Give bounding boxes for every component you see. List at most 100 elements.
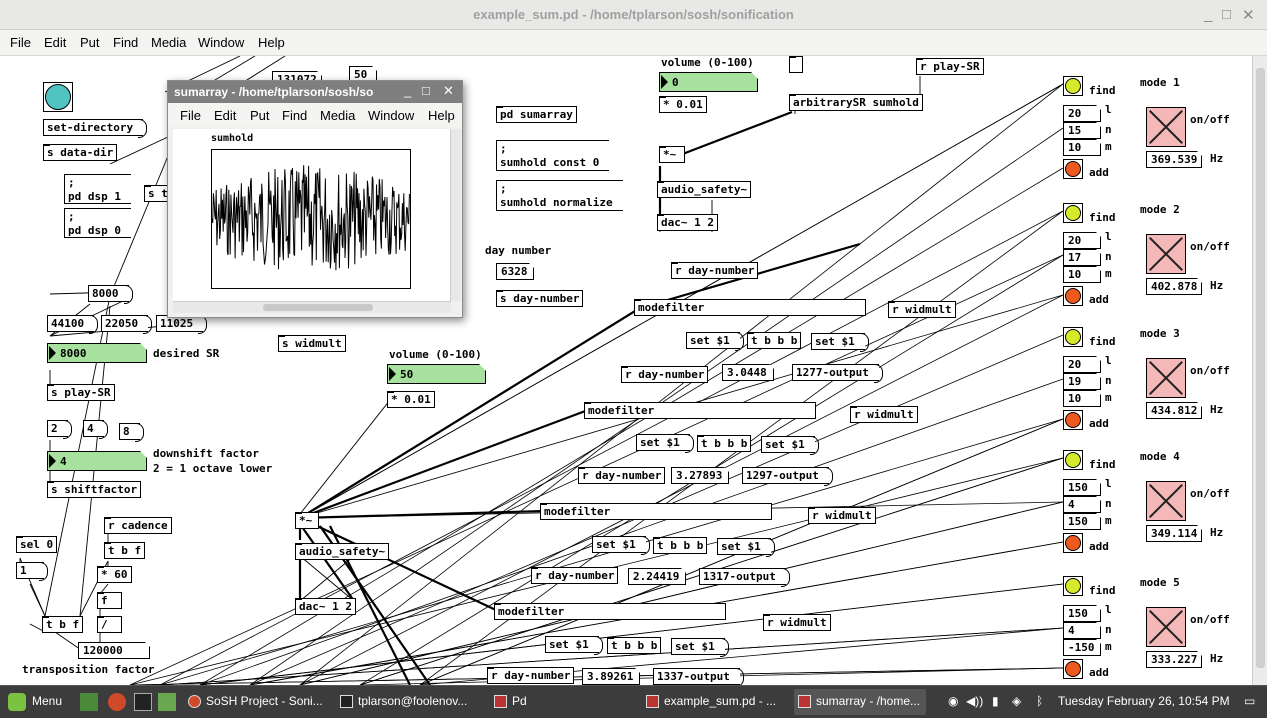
- dac-mid[interactable]: dac~ 1 2: [295, 598, 356, 615]
- l-number[interactable]: 150: [1063, 605, 1101, 622]
- sr-44100-message[interactable]: 44100: [47, 315, 99, 334]
- m-number[interactable]: 10: [1063, 139, 1101, 156]
- hz-number[interactable]: 333.227: [1146, 651, 1202, 668]
- wifi-icon[interactable]: ◉: [948, 694, 958, 708]
- set-message-2a[interactable]: set $1: [636, 434, 694, 453]
- set-message-1b[interactable]: set $1: [811, 333, 869, 352]
- desktop-icon[interactable]: [80, 693, 98, 711]
- volume-number-mid[interactable]: 50: [387, 364, 486, 384]
- sumhold-array-graph[interactable]: [211, 149, 411, 289]
- task-example-sum[interactable]: example_sum.pd - ...: [642, 689, 782, 715]
- hz-number[interactable]: 402.878: [1146, 278, 1202, 295]
- sumarray-menu-find[interactable]: Find: [282, 108, 307, 123]
- close-icon[interactable]: ✕: [443, 83, 454, 99]
- shift-4-message[interactable]: 4: [83, 420, 108, 439]
- find-bang[interactable]: [1063, 576, 1083, 596]
- shield-icon[interactable]: ◈: [1012, 694, 1021, 708]
- modefilter-4[interactable]: modefilter: [494, 603, 726, 620]
- modefilter-3[interactable]: modefilter: [540, 503, 772, 520]
- multiply-signal-mid[interactable]: *~: [295, 512, 319, 529]
- receive-widmult-4[interactable]: r widmult: [763, 614, 831, 631]
- teal-bang[interactable]: [43, 82, 73, 112]
- send-play-sr[interactable]: s play-SR: [47, 384, 115, 401]
- hz-number[interactable]: 349.114: [1146, 525, 1202, 542]
- trigger-bbb-1[interactable]: t b b b: [747, 332, 802, 349]
- sumarray-menu-help[interactable]: Help: [428, 108, 455, 123]
- maximize-icon[interactable]: □: [422, 83, 430, 98]
- shiftfactor-number[interactable]: 4: [47, 451, 147, 471]
- sumhold-const-message[interactable]: ; sumhold const 0: [496, 140, 610, 171]
- battery-icon[interactable]: ▮: [992, 694, 999, 708]
- n-number[interactable]: 19: [1063, 373, 1101, 390]
- value-number-4[interactable]: 3.89261: [582, 668, 640, 685]
- l-number[interactable]: 20: [1063, 356, 1101, 373]
- set-message-1a[interactable]: set $1: [686, 332, 744, 351]
- day-number-value[interactable]: 6328: [496, 263, 534, 280]
- arbitrary-sr-sumhold[interactable]: arbitrarySR sumhold: [789, 94, 923, 111]
- send-widmult[interactable]: s widmult: [278, 335, 346, 352]
- receive-widmult-2[interactable]: r widmult: [850, 406, 918, 423]
- volume-icon[interactable]: ◀)): [966, 694, 983, 708]
- close-button[interactable]: ✕: [1242, 6, 1255, 24]
- hz-number[interactable]: 434.812: [1146, 402, 1202, 419]
- set-message-3b[interactable]: set $1: [717, 538, 775, 557]
- hz-number[interactable]: 369.539: [1146, 151, 1202, 168]
- files-icon[interactable]: [158, 693, 176, 711]
- scroll-thumb[interactable]: [1256, 68, 1265, 668]
- find-bang[interactable]: [1063, 327, 1083, 347]
- menu-window[interactable]: Window: [198, 35, 244, 50]
- output-message-1[interactable]: 1277-output: [792, 364, 883, 383]
- receive-day-number-2[interactable]: r day-number: [621, 366, 709, 383]
- modefilter-2[interactable]: modefilter: [584, 402, 816, 419]
- sumarray-menu-put[interactable]: Put: [250, 108, 270, 123]
- maximize-button[interactable]: □: [1222, 6, 1231, 23]
- value-number-1[interactable]: 3.0448: [722, 364, 774, 381]
- find-bang[interactable]: [1063, 450, 1083, 470]
- clock[interactable]: Tuesday February 26, 10:54 PM: [1058, 694, 1230, 708]
- add-bang[interactable]: [1063, 159, 1083, 179]
- partial-object-top[interactable]: [789, 56, 803, 73]
- audio-safety-top[interactable]: audio_safety~: [657, 181, 752, 198]
- l-number[interactable]: 20: [1063, 105, 1101, 122]
- sumhold-normalize-message[interactable]: ; sumhold normalize: [496, 180, 623, 211]
- menu-find[interactable]: Find: [113, 35, 138, 50]
- output-message-3[interactable]: 1317-output: [699, 568, 790, 587]
- bluetooth-icon[interactable]: ᛒ: [1036, 694, 1043, 708]
- multiply-001-mid[interactable]: * 0.01: [387, 391, 435, 408]
- task-terminal[interactable]: tplarson@foolenov...: [336, 689, 473, 715]
- vertical-scrollbar[interactable]: [1252, 56, 1267, 685]
- pd-dsp-off-message[interactable]: ; pd dsp 0: [64, 208, 131, 238]
- sumarray-menu-media[interactable]: Media: [320, 108, 355, 123]
- float-object[interactable]: f: [97, 592, 122, 609]
- output-message-4[interactable]: 1337-output: [653, 668, 744, 685]
- set-message-4b[interactable]: set $1: [671, 638, 729, 657]
- menu-put[interactable]: Put: [80, 35, 100, 50]
- receive-widmult-1[interactable]: r widmult: [888, 301, 956, 318]
- set-directory-message[interactable]: set-directory: [43, 119, 148, 138]
- one-message[interactable]: 1: [16, 562, 48, 581]
- sr-8000-message[interactable]: 8000: [88, 285, 132, 304]
- pd-sumarray-subpatch[interactable]: pd sumarray: [496, 106, 577, 123]
- menu-help[interactable]: Help: [258, 35, 285, 50]
- menu-file[interactable]: File: [10, 35, 31, 50]
- sumarray-window[interactable]: sumarray - /home/tplarson/sosh/so _ □ ✕ …: [167, 80, 463, 318]
- sumarray-hscroll-thumb[interactable]: [263, 304, 373, 311]
- task-sosh-project[interactable]: SoSH Project - Soni...: [184, 689, 329, 715]
- sumarray-menu-window[interactable]: Window: [368, 108, 414, 123]
- receive-day-number-4[interactable]: r day-number: [531, 567, 619, 584]
- dac-top[interactable]: dac~ 1 2: [657, 214, 718, 231]
- multiply-signal-top[interactable]: *~: [659, 146, 685, 163]
- menu-button[interactable]: Menu: [32, 694, 62, 708]
- add-bang[interactable]: [1063, 286, 1083, 306]
- m-number[interactable]: 150: [1063, 513, 1101, 530]
- menu-media[interactable]: Media: [151, 35, 186, 50]
- task-sumarray[interactable]: sumarray - /home...: [794, 689, 927, 715]
- value-number-2[interactable]: 3.27893: [671, 467, 729, 484]
- menu-edit[interactable]: Edit: [44, 35, 66, 50]
- shift-8-message[interactable]: 8: [119, 423, 144, 442]
- on-off-toggle[interactable]: [1146, 607, 1186, 647]
- sr-22050-message[interactable]: 22050: [101, 315, 153, 334]
- minimize-icon[interactable]: _: [404, 83, 411, 98]
- m-number[interactable]: -150: [1063, 639, 1101, 656]
- l-number[interactable]: 20: [1063, 232, 1101, 249]
